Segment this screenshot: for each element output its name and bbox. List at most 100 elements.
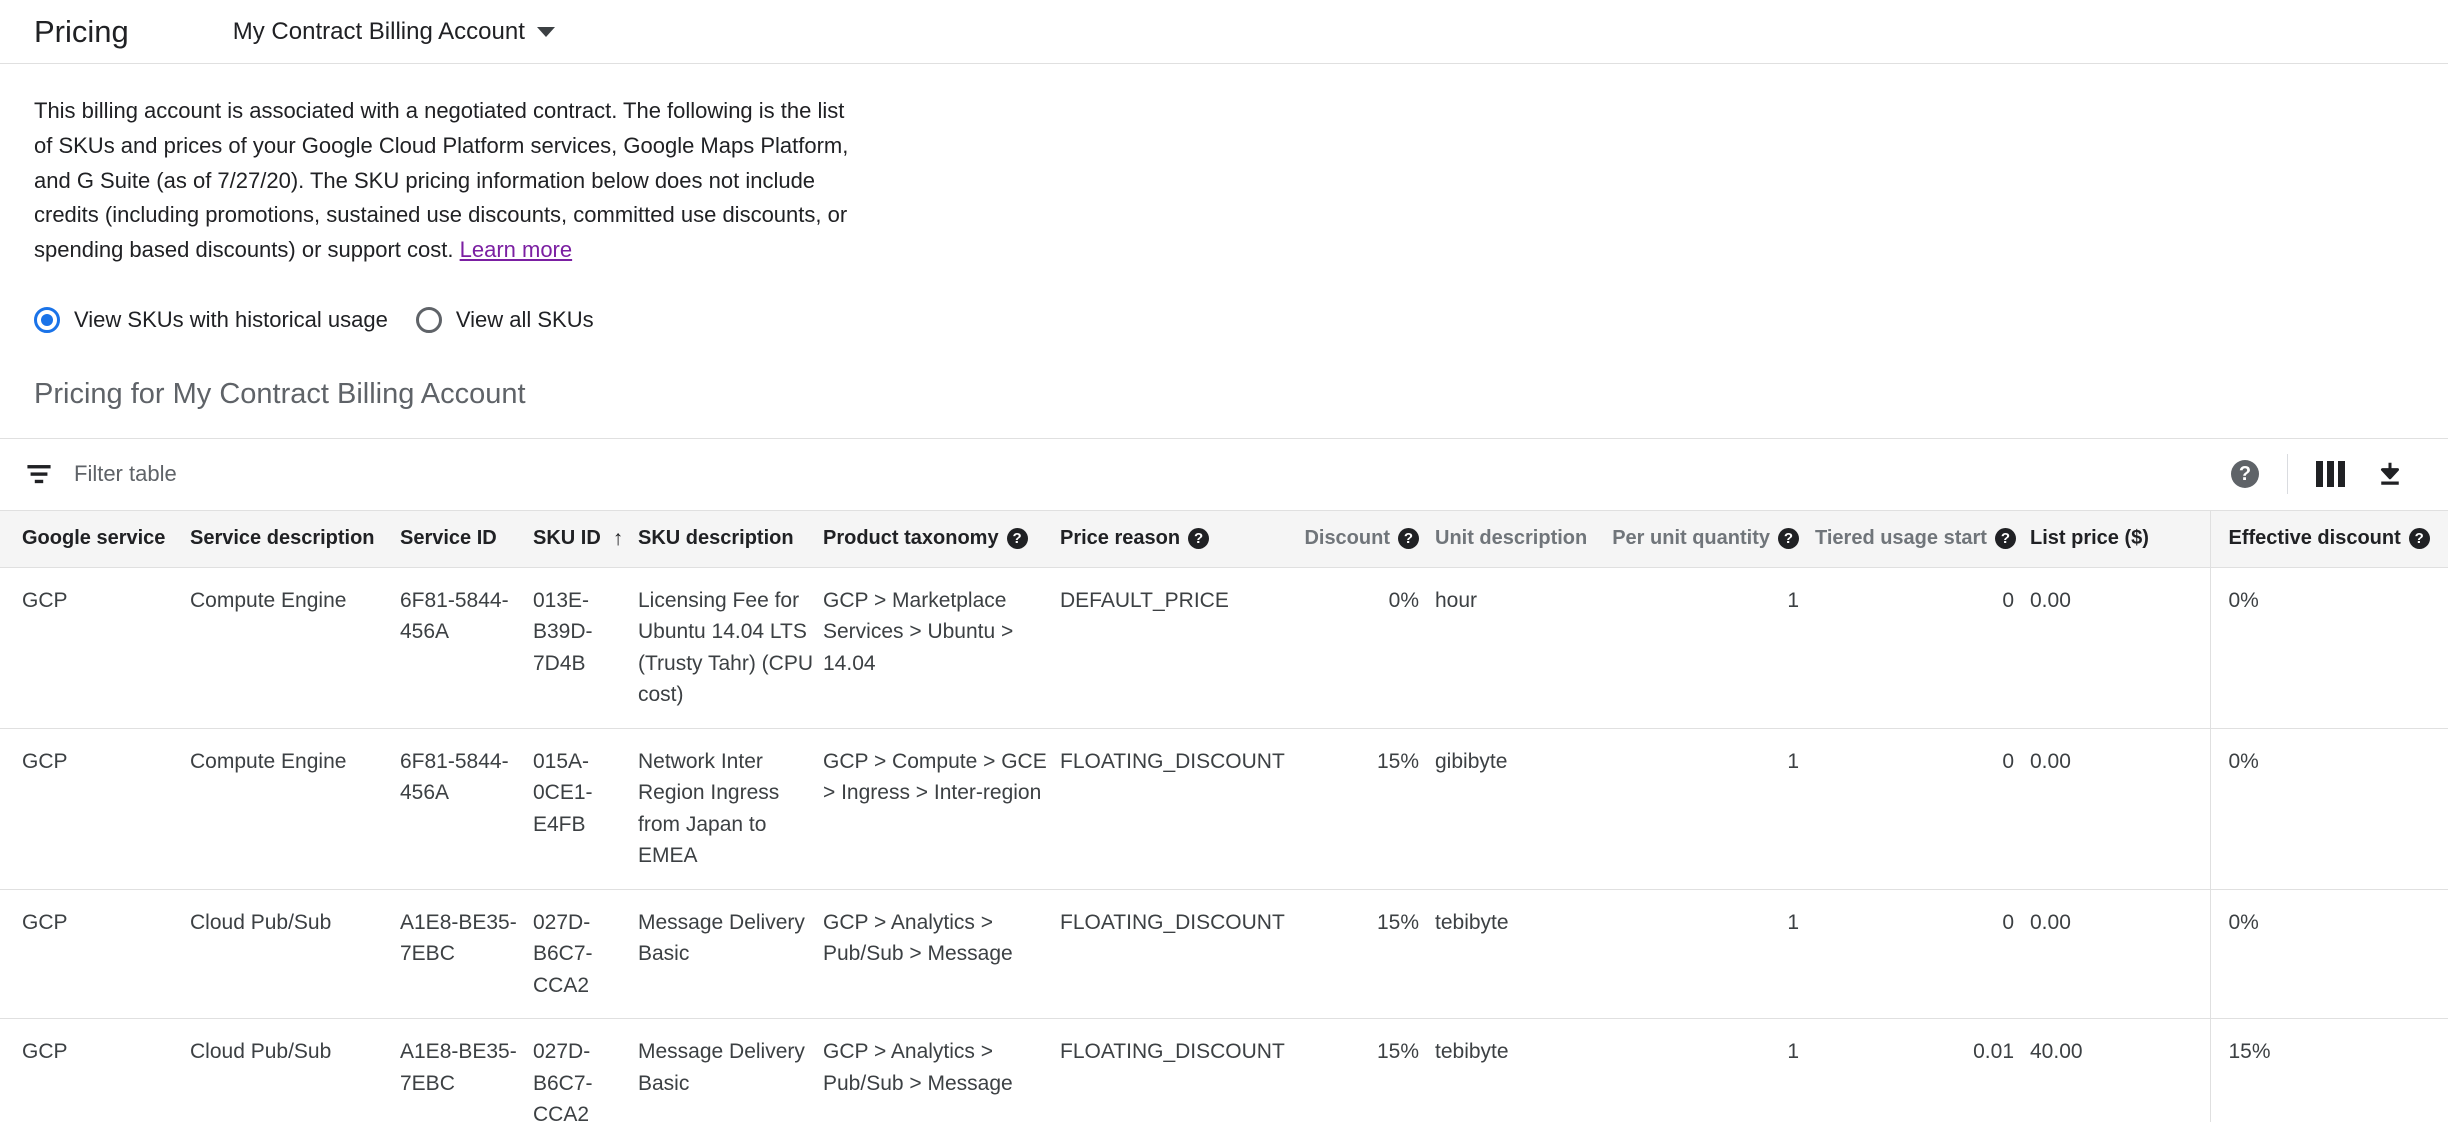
cell-product-taxonomy: GCP > Marketplace Services > Ubuntu > 14… — [823, 567, 1060, 729]
help-tooltip-icon[interactable]: ? — [1778, 528, 1799, 550]
cell-price-reason: FLOATING_DISCOUNT — [1060, 728, 1300, 890]
col-header-label: Service description — [190, 527, 375, 550]
col-header-label: Google service — [22, 527, 166, 550]
col-header-per-unit-quantity[interactable]: Per unit quantity ? — [1593, 510, 1815, 568]
col-header-label: SKU description — [638, 527, 794, 550]
cell-list-price: 0.00 — [2030, 728, 2210, 890]
cell-tiered-usage-start: 0 — [1815, 728, 2030, 890]
col-header-price-reason[interactable]: Price reason ? — [1060, 510, 1300, 568]
help-tooltip-icon[interactable]: ? — [1994, 528, 2016, 550]
cell-service-description: Cloud Pub/Sub — [190, 1018, 400, 1122]
radio-indicator-icon — [34, 306, 60, 333]
table-row[interactable]: GCP Compute Engine 6F81-5844-456A 013E-B… — [0, 567, 2448, 729]
billing-account-selector[interactable]: My Contract Billing Account — [233, 18, 555, 46]
toolbar-divider — [2287, 454, 2288, 495]
col-header-service-description[interactable]: Service description — [190, 510, 400, 568]
col-header-service-id[interactable]: Service ID — [400, 510, 533, 568]
cell-product-taxonomy: GCP > Analytics > Pub/Sub > Message — [823, 1018, 1060, 1122]
pricing-table-card: ? — [0, 437, 2448, 1122]
download-csv-button[interactable] — [2360, 444, 2420, 504]
cell-list-price: 0.00 — [2030, 889, 2210, 1020]
col-header-label: Price reason — [1060, 527, 1181, 550]
col-header-tiered-usage-start[interactable]: Tiered usage start ? — [1815, 510, 2030, 568]
cell-service-id: A1E8-BE35-7EBC — [400, 1018, 533, 1122]
cell-tiered-usage-start: 0.01 — [1815, 1018, 2030, 1122]
learn-more-link[interactable]: Learn more — [460, 237, 573, 262]
cell-list-price: 40.00 — [2030, 1018, 2210, 1122]
cell-price-reason: FLOATING_DISCOUNT — [1060, 889, 1300, 1020]
cell-per-unit-quantity: 1 — [1593, 1018, 1815, 1122]
radio-view-all-skus[interactable]: View all SKUs — [415, 306, 594, 333]
col-header-label: Per unit quantity — [1612, 527, 1770, 550]
cell-unit-description: hour — [1435, 567, 1593, 729]
cell-per-unit-quantity: 1 — [1593, 889, 1815, 1020]
page-title: Pricing — [34, 13, 129, 49]
table-help-button[interactable]: ? — [2215, 444, 2275, 504]
radio-view-skus-with-historical-usage[interactable]: View SKUs with historical usage — [34, 306, 388, 333]
cell-unit-description: tebibyte — [1435, 889, 1593, 1020]
radio-indicator-icon — [415, 306, 442, 333]
download-icon — [2381, 463, 2399, 485]
table-row[interactable]: GCP Cloud Pub/Sub A1E8-BE35-7EBC 027D-B6… — [0, 1018, 2448, 1122]
col-header-label: Product taxonomy — [823, 527, 999, 550]
cell-unit-description: tebibyte — [1435, 1018, 1593, 1122]
cell-sku-description: Message Delivery Basic — [638, 889, 823, 1020]
pricing-table: Google service Service description Servi… — [0, 510, 2448, 1122]
cell-google-service: GCP — [0, 567, 190, 729]
help-tooltip-icon[interactable]: ? — [1006, 528, 1028, 550]
col-header-label: List price ($) — [2030, 527, 2149, 550]
cell-google-service: GCP — [0, 889, 190, 1020]
table-action-icons: ? — [2215, 444, 2420, 504]
cell-effective-discount: 0% — [2209, 889, 2448, 1020]
cell-sku-description: Message Delivery Basic — [638, 1018, 823, 1122]
table-toolbar: ? — [0, 439, 2448, 511]
col-header-effective-discount[interactable]: Effective discount ? — [2209, 510, 2448, 568]
help-tooltip-icon[interactable]: ? — [1188, 528, 1210, 550]
billing-description-text: This billing account is associated with … — [34, 98, 849, 262]
col-header-google-service[interactable]: Google service — [0, 510, 190, 568]
radio-label: View all SKUs — [455, 306, 594, 332]
cell-service-description: Cloud Pub/Sub — [190, 889, 400, 1020]
col-header-product-taxonomy[interactable]: Product taxonomy ? — [823, 510, 1060, 568]
col-header-sku-description[interactable]: SKU description — [638, 510, 823, 568]
cell-discount: 15% — [1300, 728, 1435, 890]
cell-unit-description: gibibyte — [1435, 728, 1593, 890]
cell-list-price: 0.00 — [2030, 567, 2210, 729]
billing-account-name: My Contract Billing Account — [232, 17, 525, 45]
radio-label: View SKUs with historical usage — [74, 306, 388, 332]
col-header-label: Discount — [1304, 527, 1390, 550]
cell-sku-id: 027D-B6C7-CCA2 — [533, 1018, 638, 1122]
cell-discount: 15% — [1300, 1018, 1435, 1122]
cell-sku-id: 027D-B6C7-CCA2 — [533, 889, 638, 1020]
section-heading: Pricing for My Contract Billing Account — [34, 377, 526, 410]
filter-table-input[interactable] — [74, 461, 494, 488]
cell-sku-id: 015A-0CE1-E4FB — [533, 728, 638, 890]
col-header-label: Unit description — [1435, 527, 1588, 550]
help-circle-icon: ? — [2231, 460, 2259, 489]
filter-list-icon[interactable] — [26, 464, 52, 484]
table-row[interactable]: GCP Cloud Pub/Sub A1E8-BE35-7EBC 027D-B6… — [0, 889, 2448, 1020]
col-header-sku-id[interactable]: SKU ID ↑ — [533, 510, 638, 568]
col-header-label: Service ID — [400, 527, 497, 550]
top-bar: Pricing My Contract Billing Account — [0, 0, 2448, 64]
cell-sku-id: 013E-B39D-7D4B — [533, 567, 638, 729]
cell-product-taxonomy: GCP > Analytics > Pub/Sub > Message — [823, 889, 1060, 1020]
column-selector-button[interactable] — [2300, 444, 2360, 504]
table-header-row: Google service Service description Servi… — [0, 510, 2448, 568]
cell-effective-discount: 0% — [2209, 728, 2448, 890]
cell-discount: 15% — [1300, 889, 1435, 1020]
cell-price-reason: DEFAULT_PRICE — [1060, 567, 1300, 729]
cell-discount: 0% — [1300, 567, 1435, 729]
col-header-discount[interactable]: Discount ? — [1300, 510, 1435, 568]
table-row[interactable]: GCP Compute Engine 6F81-5844-456A 015A-0… — [0, 728, 2448, 890]
cell-per-unit-quantity: 1 — [1593, 728, 1815, 890]
cell-service-id: 6F81-5844-456A — [400, 567, 533, 729]
cell-per-unit-quantity: 1 — [1593, 567, 1815, 729]
help-tooltip-icon[interactable]: ? — [2408, 528, 2430, 550]
help-tooltip-icon[interactable]: ? — [1398, 528, 1419, 550]
column-selector-icon — [2315, 461, 2345, 488]
col-header-list-price[interactable]: List price ($) — [2030, 510, 2210, 568]
col-header-unit-description[interactable]: Unit description — [1435, 510, 1593, 568]
cell-service-description: Compute Engine — [190, 567, 400, 729]
chevron-down-icon — [536, 26, 555, 37]
